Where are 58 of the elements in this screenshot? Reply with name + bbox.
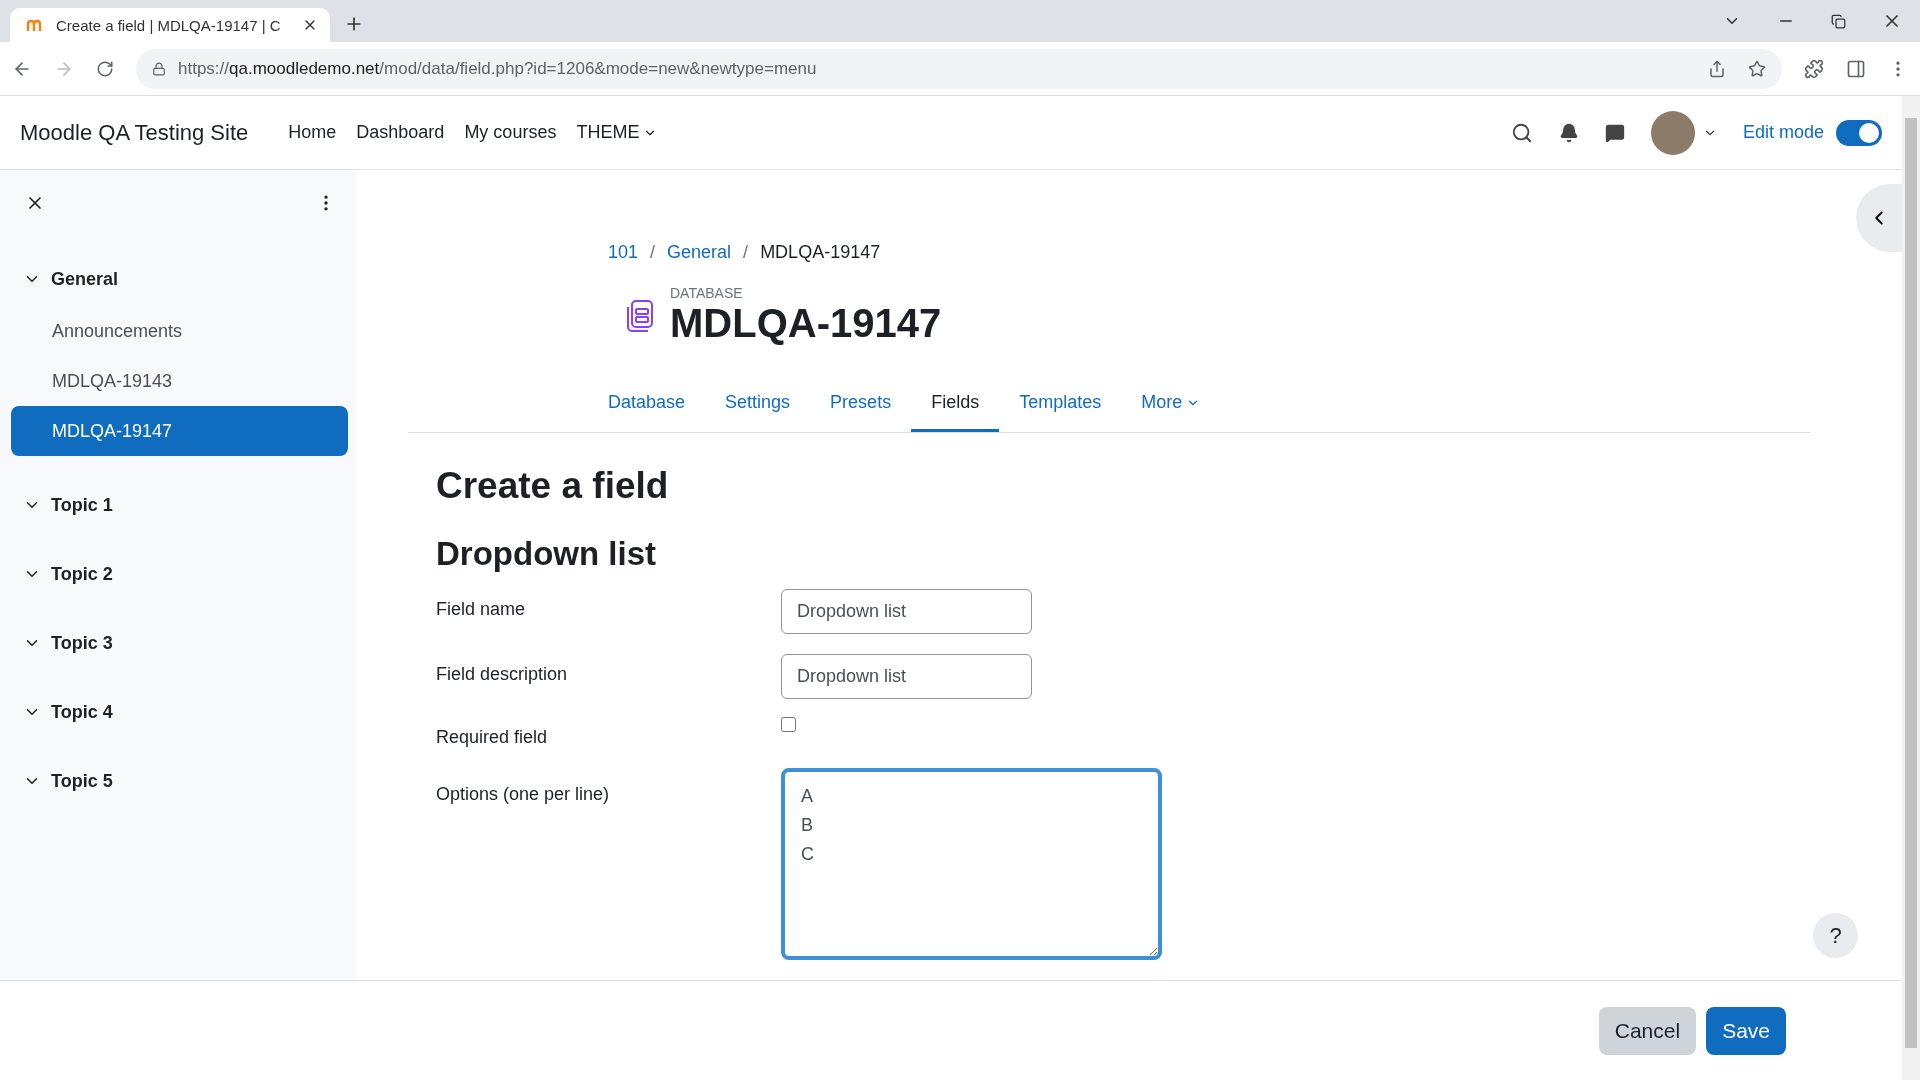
star-icon[interactable] bbox=[1748, 59, 1766, 78]
section-header[interactable]: Topic 1 bbox=[11, 486, 348, 524]
save-button[interactable]: Save bbox=[1706, 1006, 1786, 1055]
restore-icon[interactable] bbox=[1831, 13, 1846, 29]
nav-tab[interactable]: More bbox=[1121, 376, 1221, 432]
nav-link[interactable]: Home bbox=[288, 122, 337, 143]
database-icon bbox=[626, 298, 654, 333]
breadcrumb-separator: / bbox=[743, 242, 749, 263]
sidebar-item[interactable]: MDLQA-19143 bbox=[11, 356, 348, 406]
input-field[interactable]: Dropdown list bbox=[781, 654, 1032, 699]
puzzle-icon[interactable] bbox=[1804, 58, 1824, 79]
field-label: Required field bbox=[436, 726, 549, 748]
field-label: Options (one per line) bbox=[436, 783, 611, 805]
address-bar[interactable]: https://qa.moodledemo.net/mod/data/field.php?id=1206&mode=new&newtype=menu bbox=[136, 48, 1782, 89]
bell-icon[interactable] bbox=[1558, 122, 1579, 143]
breadcrumb-link[interactable]: General bbox=[667, 242, 732, 263]
nav-link[interactable]: Dashboard bbox=[356, 122, 445, 143]
input-field[interactable]: Dropdown list bbox=[781, 589, 1032, 634]
breadcrumb-separator: / bbox=[650, 242, 656, 263]
field-label: Field name bbox=[436, 598, 527, 620]
drawer-toggle-button[interactable] bbox=[1856, 184, 1902, 252]
text-area[interactable]: A B C bbox=[781, 768, 1162, 960]
tab-title: Create a field | MDLQA-19147 | C bbox=[56, 16, 282, 34]
nav-tab[interactable]: Templates bbox=[999, 376, 1122, 432]
section-header[interactable]: Topic 5 bbox=[11, 762, 348, 800]
site-name: Moodle QA Testing Site bbox=[20, 119, 249, 146]
cancel-button[interactable]: Cancel bbox=[1598, 1006, 1697, 1055]
breadcrumb-current: MDLQA-19147 bbox=[760, 242, 881, 263]
share-icon[interactable] bbox=[1708, 59, 1726, 78]
search-icon[interactable] bbox=[1510, 121, 1533, 144]
url-text: https://qa.moodledemo.net/mod/data/field.php?id=1206&mode=new&newtype=menu bbox=[178, 58, 817, 79]
nav-tab[interactable]: Database bbox=[588, 376, 706, 432]
edit-mode-toggle[interactable] bbox=[1836, 119, 1882, 146]
sidebar-item[interactable]: MDLQA-19147 bbox=[11, 406, 348, 456]
reload-icon[interactable] bbox=[96, 59, 114, 78]
checkbox[interactable] bbox=[781, 717, 796, 732]
browser-tab[interactable]: Create a field | MDLQA-19147 | C bbox=[10, 8, 330, 42]
field-label: Field description bbox=[436, 663, 569, 685]
section-header[interactable]: Topic 2 bbox=[11, 555, 348, 593]
help-button[interactable]: ? bbox=[1813, 913, 1858, 958]
lock-icon bbox=[152, 61, 166, 76]
nav-tab[interactable]: Presets bbox=[810, 376, 912, 432]
section-header[interactable]: Topic 4 bbox=[11, 693, 348, 731]
edit-mode-label: Edit mode bbox=[1742, 122, 1824, 143]
section-header[interactable]: Topic 3 bbox=[11, 624, 348, 662]
side-panel-icon[interactable] bbox=[1846, 58, 1866, 79]
activity-type: DATABASE bbox=[670, 285, 744, 301]
nav-link[interactable]: My courses bbox=[464, 122, 557, 143]
breadcrumb-link[interactable]: 101 bbox=[608, 242, 639, 263]
section-header[interactable]: General bbox=[11, 260, 348, 298]
nav-dropdown[interactable]: THEME bbox=[576, 122, 658, 143]
nav-tab[interactable]: Settings bbox=[705, 376, 811, 432]
page-heading: Create a field bbox=[436, 465, 670, 507]
page-title: MDLQA-19147 bbox=[670, 301, 942, 346]
section-heading: Dropdown list bbox=[436, 535, 657, 573]
chat-icon[interactable] bbox=[1604, 122, 1625, 143]
nav-tab[interactable]: Fields bbox=[911, 376, 1000, 432]
sidebar-item[interactable]: Announcements bbox=[11, 306, 348, 356]
